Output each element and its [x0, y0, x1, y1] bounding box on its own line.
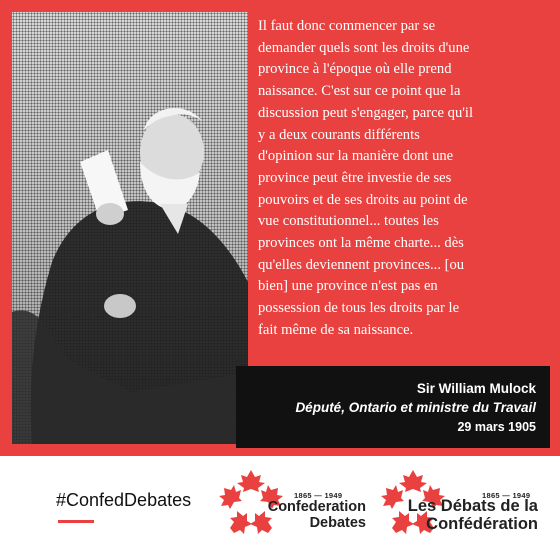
portrait-illustration	[12, 108, 248, 444]
attribution-box: Sir William Mulock Député, Ontario et mi…	[236, 366, 550, 448]
portrait-photo	[12, 12, 248, 444]
hashtag-link[interactable]: #ConfedDebates	[56, 490, 191, 511]
speaker-role: Député, Ontario et ministre du Travail	[295, 400, 536, 415]
quote-text: Il faut donc commencer par se demander q…	[258, 18, 474, 338]
speaker-name: Sir William Mulock	[416, 381, 536, 396]
logo-debats-confederation[interactable]: 1865 — 1949 Les Débats de la Confédérati…	[378, 466, 538, 536]
logo-title-line2: Confédération	[426, 515, 538, 533]
quote-card: Il faut donc commencer par se demander q…	[0, 0, 560, 456]
quote-text-block: Il faut donc commencer par se demander q…	[258, 16, 550, 356]
logo-title-line1: Les Débats de la	[407, 497, 538, 515]
logo-title-line1: Confederation	[267, 499, 366, 515]
logo-title-line2: Debates	[309, 515, 366, 531]
speech-date: 29 mars 1905	[457, 420, 536, 434]
hashtag-underline	[58, 520, 94, 523]
logo-confederation-debates[interactable]: 1865 — 1949 Confederation Debates	[216, 466, 366, 536]
